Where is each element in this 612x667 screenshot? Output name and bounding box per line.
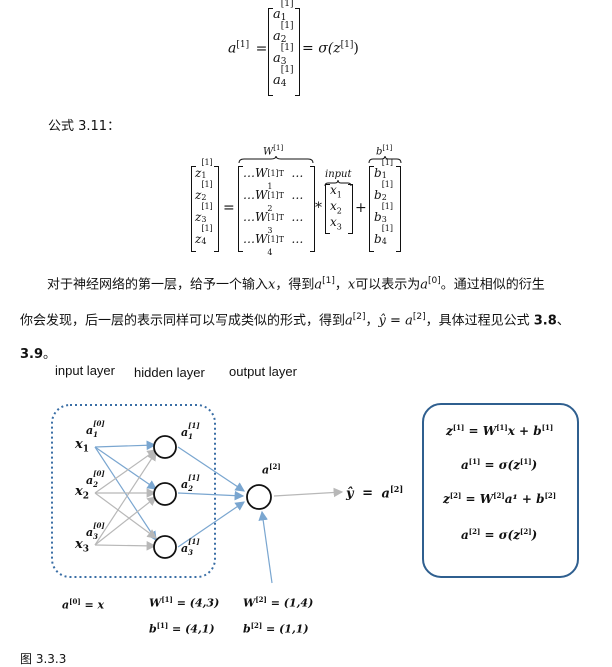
w-row-3: …W [1]T 3… <box>243 210 304 235</box>
b2-shape: b[2] = (1,1) <box>243 621 309 636</box>
box-eq-2: a[1] = σ(z[1]) <box>461 457 538 472</box>
w1-shape: W[1] = (4,3) <box>149 595 220 610</box>
network-figure <box>51 403 579 584</box>
b-entry-3: b [1] 3 <box>374 202 394 224</box>
box-eq-3: z[2] = W[2]a¹ + b[2] <box>443 491 557 506</box>
hidden-neuron-3 <box>153 535 177 559</box>
label-output-layer: output layer <box>229 364 297 379</box>
z-entry-1: z [1] 1 <box>195 158 213 180</box>
label-input-layer: input layer <box>55 363 115 378</box>
eq-top-entry-4: a [1] 4 <box>273 65 294 89</box>
hidden-neuron-1 <box>153 435 177 459</box>
w2-shape: W[2] = (1,4) <box>243 595 314 610</box>
eq-top-rhs: = σ(z[1]) <box>302 40 359 57</box>
output-neuron <box>246 484 272 510</box>
paragraph-line-2: 你会发现，后一层的表示同样可以写成类似的形式，得到a[2]，ŷ = a[2]，具… <box>20 312 570 329</box>
z-entry-3: z [1] 3 <box>195 202 213 224</box>
eq-top-lhs: a[1] = <box>228 40 268 57</box>
input-label: input <box>325 169 352 180</box>
w-row-1: …W [1]T 1… <box>243 166 304 191</box>
x-entry-2: x2 <box>330 199 342 216</box>
input-a2: a [0] 2 <box>86 469 105 489</box>
matrix-star: * <box>315 200 322 216</box>
input-x1: x1 <box>75 437 90 455</box>
z-entry-2: z [1] 2 <box>195 180 213 202</box>
hidden-output-connections <box>177 446 344 584</box>
matrix-eq-sign: = <box>223 200 235 216</box>
paragraph-line-1: 对于神经网络的第一层，给予一个输入x，得到a[1]，x可以表示为a[0]。通过相… <box>47 276 545 293</box>
formula-label: 公式 3.11： <box>48 119 121 134</box>
hidden-label-3: a [1] 3 <box>181 537 200 557</box>
figure-caption: 图 3.3.3 <box>20 652 67 666</box>
w-row-4: …W [1]T 4… <box>243 232 304 257</box>
eq-top-entry-1: a [1] 1 <box>273 0 294 23</box>
hidden-label-2: a [1] 2 <box>181 473 200 493</box>
input-x3: x3 <box>75 537 90 555</box>
input-a3: a [0] 3 <box>86 521 105 541</box>
a0-equals-x: a[0] = x <box>62 597 105 612</box>
input-a1: a [0] 1 <box>86 419 105 439</box>
matrix-plus: + <box>355 200 367 216</box>
x-entry-3: x3 <box>330 215 342 232</box>
eq-matrix: W[1] input b[1] z [1] 1 z [1] 2 z [1] 3 z [1] 4 … <box>0 140 612 260</box>
input-hidden-connections <box>94 440 157 551</box>
box-eq-1: z[1] = W[1]x + b[1] <box>446 423 554 438</box>
b-entry-2: b [1] 2 <box>374 180 394 202</box>
w-overbrace <box>238 156 314 164</box>
label-hidden-layer: hidden layer <box>134 365 205 380</box>
b-entry-1: b [1] 1 <box>374 158 394 180</box>
eq-top-entry-2: a [1] 2 <box>273 21 294 45</box>
hidden-neuron-2 <box>153 482 177 506</box>
z-entry-4: z [1] 4 <box>195 224 213 246</box>
eq-top-entry-3: a [1] 3 <box>273 43 294 67</box>
output-label: a[2] <box>262 462 281 477</box>
box-eq-4: a[2] = σ(z[2]) <box>461 527 538 542</box>
x-entry-1: x1 <box>330 183 342 200</box>
b1-shape: b[1] = (4,1) <box>149 621 215 636</box>
w-row-2: …W [1]T 2… <box>243 188 304 213</box>
b-entry-4: b [1] 4 <box>374 224 394 246</box>
hidden-label-1: a [1] 1 <box>181 421 200 441</box>
yhat-equation: ŷ = a[2] <box>346 484 404 502</box>
eq-top: a[1] = a [1] 1 a [1] 2 a [1] 3 a [1] 4 = σ(z[1]) <box>0 0 612 105</box>
